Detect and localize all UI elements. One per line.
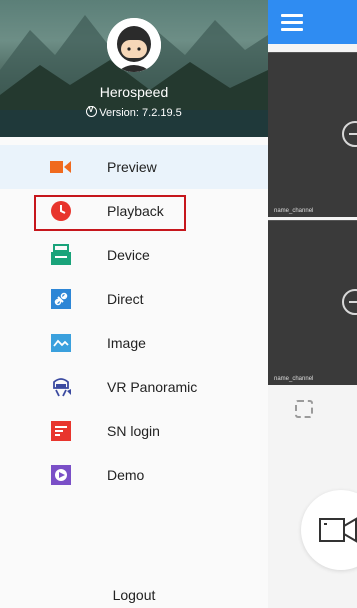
image-icon <box>51 334 71 352</box>
layout-icon[interactable] <box>295 400 313 418</box>
menu-item-label: Preview <box>107 159 157 175</box>
drawer-header: Herospeed Version: 7.2.19.5 <box>0 0 268 137</box>
menu-item-label: Device <box>107 247 150 263</box>
version-text: Version: 7.2.19.5 <box>99 107 182 119</box>
channel-label: name_channel <box>274 376 314 382</box>
menu-item-vr-panoramic[interactable]: VR Panoramic <box>0 365 268 409</box>
link-icon <box>51 289 71 309</box>
sn-icon <box>51 421 71 441</box>
app-version: Version: 7.2.19.5 <box>0 105 268 119</box>
play-icon <box>51 465 71 485</box>
menu-item-demo[interactable]: Demo <box>0 453 268 497</box>
menu-icon[interactable] <box>281 14 303 31</box>
channel-label: name_channel <box>274 208 314 214</box>
menu-item-label: Image <box>107 335 146 351</box>
menu-item-direct[interactable]: Direct <box>0 277 268 321</box>
video-tile[interactable]: name_channel <box>268 220 357 385</box>
video-camera-icon <box>319 517 357 543</box>
avatar[interactable] <box>107 18 161 72</box>
top-bar <box>268 0 357 44</box>
version-icon <box>86 105 98 117</box>
avatar-icon <box>107 18 161 72</box>
add-icon[interactable] <box>342 121 357 147</box>
username: Herospeed <box>99 84 169 100</box>
menu-item-image[interactable]: Image <box>0 321 268 365</box>
menu-item-label: VR Panoramic <box>107 379 198 395</box>
main-view: name_channel name_channel <box>268 0 357 608</box>
record-button[interactable] <box>301 490 357 570</box>
menu-item-label: Demo <box>107 467 145 483</box>
video-tile[interactable]: name_channel <box>268 52 357 217</box>
menu-item-sn-login[interactable]: SN login <box>0 409 268 453</box>
playback-highlight-box <box>34 195 186 231</box>
navigation-drawer: Herospeed Version: 7.2.19.5 Preview Play… <box>0 0 268 608</box>
menu-item-label: Direct <box>107 291 144 307</box>
menu-item-device[interactable]: Device <box>0 233 268 277</box>
add-icon[interactable] <box>342 289 357 315</box>
camera-icon <box>50 161 71 173</box>
vr-icon <box>53 378 71 397</box>
device-icon <box>51 244 71 265</box>
menu-item-label: SN login <box>107 423 160 439</box>
app-screen: name_channel name_channel Herospeed VVer… <box>0 0 357 608</box>
menu-item-preview[interactable]: Preview <box>0 145 268 189</box>
logout-button[interactable]: Logout <box>0 587 268 603</box>
